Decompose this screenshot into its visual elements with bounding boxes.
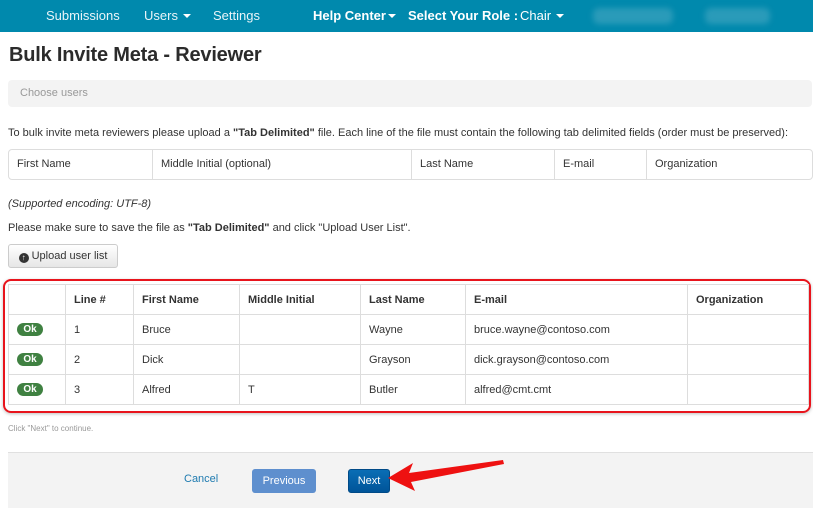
field-email: E-mail	[555, 150, 647, 179]
upload-button-label: Upload user list	[31, 250, 108, 262]
nav-users-label: Users	[144, 8, 178, 23]
table-row: Ok 3 Alfred T Butler alfred@cmt.cmt	[8, 374, 809, 405]
organization-cell	[687, 374, 809, 405]
instr-text: To bulk invite meta reviewers please upl…	[8, 127, 234, 139]
field-middle-initial: Middle Initial (optional)	[153, 150, 412, 179]
upload-circle-icon: ↑	[18, 253, 29, 263]
table-header-row: Line # First Name Middle Initial Last Na…	[8, 284, 809, 315]
status-cell: Ok	[8, 314, 66, 345]
line-cell: 1	[65, 314, 134, 345]
last-name-cell: Wayne	[360, 314, 466, 345]
annotation-arrow-icon	[388, 460, 504, 491]
last-name-cell: Butler	[360, 374, 466, 405]
email-cell: bruce.wayne@contoso.com	[465, 314, 688, 345]
nav-help-center-label: Help Center	[313, 8, 386, 23]
nav-submissions-label: Submissions	[46, 8, 120, 23]
instr-bold: "Tab Delimited"	[187, 222, 270, 234]
upload-results-table: Line # First Name Middle Initial Last Na…	[8, 284, 809, 405]
instr-text: file. Each line of the file must contain…	[314, 127, 789, 139]
page-title: Bulk Invite Meta - Reviewer	[9, 44, 262, 66]
top-navbar: Submissions Users Settings Help Center S…	[0, 0, 813, 32]
last-name-cell: Grayson	[360, 344, 466, 375]
save-instructions: Please make sure to save the file as "Ta…	[8, 222, 411, 234]
role-label: Select Your Role :	[408, 0, 518, 32]
required-fields-table: First Name Middle Initial (optional) Las…	[8, 149, 813, 180]
next-button[interactable]: Next	[348, 469, 390, 493]
status-badge: Ok	[17, 323, 43, 336]
caret-down-icon	[556, 13, 565, 18]
choose-users-step: Choose users	[8, 80, 812, 107]
first-name-cell: Alfred	[133, 374, 240, 405]
organization-cell	[687, 314, 809, 345]
col-organization: Organization	[687, 284, 809, 315]
middle-initial-cell	[239, 344, 361, 375]
redacted-account-menu	[705, 8, 770, 24]
status-badge: Ok	[17, 353, 43, 366]
table-row: Ok 2 Dick Grayson dick.grayson@contoso.c…	[8, 344, 809, 375]
role-selector[interactable]: Chair	[520, 0, 565, 32]
instr-text: Please make sure to save the file as	[8, 222, 188, 234]
nav-settings-label: Settings	[213, 8, 260, 23]
nav-submissions[interactable]: Submissions	[46, 0, 120, 32]
nav-users[interactable]: Users	[144, 0, 191, 32]
first-name-cell: Bruce	[133, 314, 240, 345]
col-first-name: First Name	[133, 284, 240, 315]
role-label-text: Select Your Role :	[408, 8, 519, 23]
status-cell: Ok	[8, 374, 66, 405]
col-email: E-mail	[465, 284, 688, 315]
email-cell: dick.grayson@contoso.com	[465, 344, 688, 375]
field-organization: Organization	[655, 158, 718, 170]
nav-settings[interactable]: Settings	[213, 0, 260, 32]
organization-cell	[687, 344, 809, 375]
col-status	[8, 284, 66, 315]
role-value: Chair	[520, 8, 552, 23]
instr-text: and click "Upload User List".	[269, 222, 411, 234]
instr-bold: "Tab Delimited"	[233, 127, 315, 139]
line-cell: 3	[65, 374, 134, 405]
nav-help-center[interactable]: Help Center	[313, 0, 396, 32]
upload-user-list-button[interactable]: ↑ Upload user list	[8, 244, 118, 268]
previous-button[interactable]: Previous	[252, 469, 316, 493]
continue-hint: Click "Next" to continue.	[8, 424, 94, 433]
col-middle-initial: Middle Initial	[239, 284, 361, 315]
status-badge: Ok	[17, 383, 43, 396]
middle-initial-cell	[239, 314, 361, 345]
field-last-name: Last Name	[412, 150, 555, 179]
line-cell: 2	[65, 344, 134, 375]
table-row: Ok 1 Bruce Wayne bruce.wayne@contoso.com	[8, 314, 809, 345]
col-last-name: Last Name	[360, 284, 466, 315]
upload-instructions: To bulk invite meta reviewers please upl…	[8, 127, 788, 139]
encoding-note: (Supported encoding: UTF-8)	[8, 198, 152, 210]
col-line: Line #	[65, 284, 134, 315]
middle-initial-cell: T	[239, 374, 361, 405]
first-name-cell: Dick	[133, 344, 240, 375]
caret-down-icon	[387, 13, 396, 18]
redacted-user-info	[593, 8, 673, 24]
email-cell: alfred@cmt.cmt	[465, 374, 688, 405]
field-first-name: First Name	[9, 150, 153, 179]
cancel-link[interactable]: Cancel	[184, 473, 218, 485]
status-cell: Ok	[8, 344, 66, 375]
caret-down-icon	[182, 13, 191, 18]
choose-users-label: Choose users	[20, 87, 88, 99]
